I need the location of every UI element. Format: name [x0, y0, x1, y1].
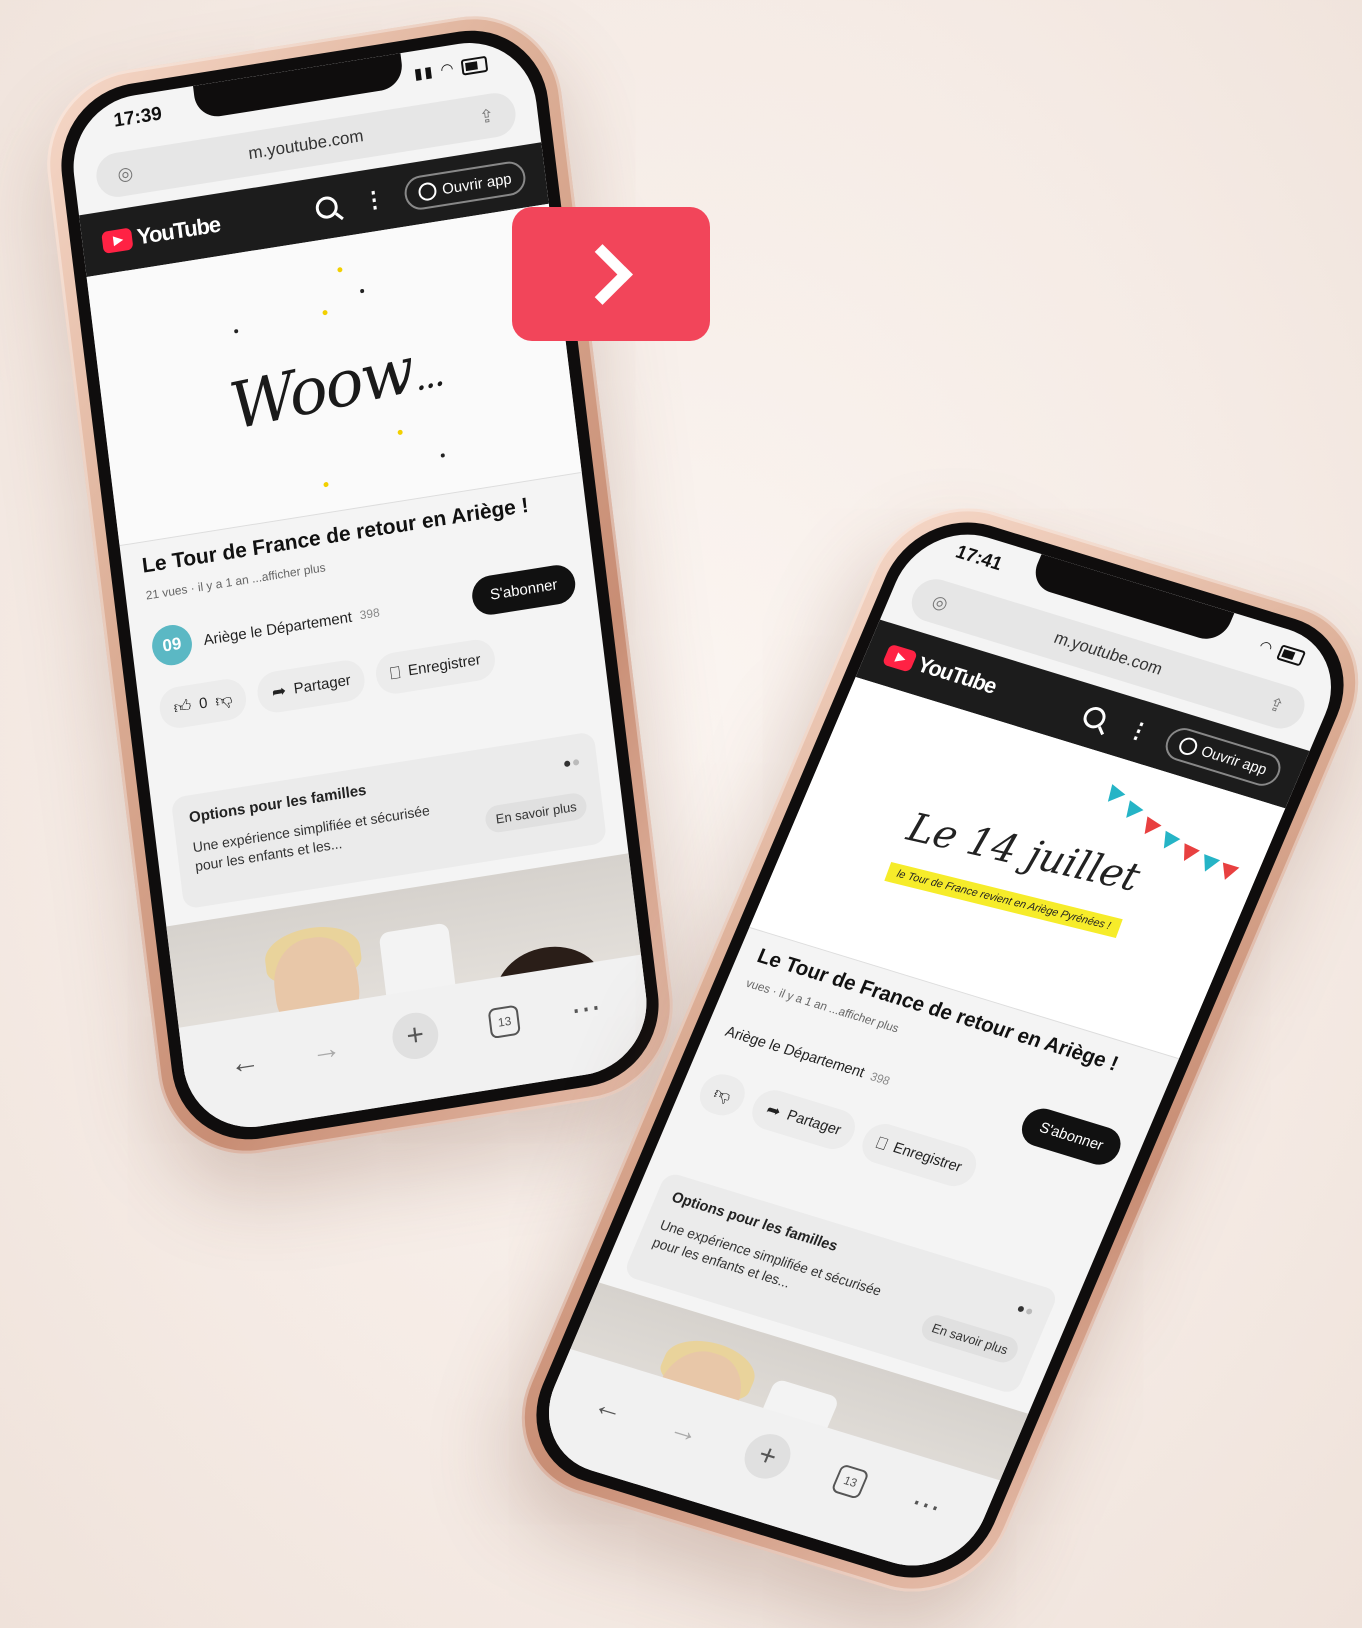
youtube-logo[interactable]: YouTube: [101, 212, 222, 256]
bookmark-icon: ⎕: [388, 662, 402, 683]
signal-icon: ▮▮: [413, 63, 436, 84]
notch: [193, 53, 405, 120]
thumbs-up-icon[interactable]: 👍︎: [172, 695, 193, 719]
overlay-ellipsis: ...: [410, 353, 446, 400]
like-dislike-button[interactable]: 👍︎ 0 👎︎: [157, 676, 249, 731]
bookmark-icon: ⎕: [873, 1132, 891, 1154]
user-circle-icon: [1176, 735, 1200, 758]
save-label: Enregistrer: [407, 651, 482, 680]
share-arrow-icon: ➦: [763, 1099, 785, 1121]
learn-more-button[interactable]: En savoir plus: [484, 791, 588, 835]
status-time: 17:39: [112, 103, 164, 132]
arrow-right-icon[interactable]: →: [309, 1031, 343, 1069]
lens-icon[interactable]: ◎: [113, 161, 137, 186]
arrow-right-icon[interactable]: →: [664, 1411, 705, 1451]
spark: [359, 288, 365, 294]
youtube-play-icon: [101, 227, 134, 254]
battery-icon: [460, 55, 489, 76]
channel-avatar[interactable]: 09: [149, 622, 195, 669]
phone-left: 17:39 ▮▮ ◠ ◎ m.youtube.com ⇪ YouTube ⋮ O…: [36, 3, 684, 1167]
spark: [322, 309, 328, 316]
arrow-left-icon[interactable]: ←: [588, 1388, 630, 1428]
spark: [323, 481, 329, 488]
youtube-wordmark: YouTube: [913, 651, 1001, 699]
overlay-word: Woow: [224, 333, 419, 446]
video-overlay-text: Woow...: [225, 328, 447, 445]
more-vertical-icon[interactable]: ⋮: [362, 185, 387, 213]
open-app-button[interactable]: Ouvrir app: [402, 159, 528, 213]
status-icons: ▮▮ ◠: [413, 54, 489, 84]
plus-icon[interactable]: +: [737, 1428, 798, 1485]
share-label: Partager: [784, 1106, 844, 1139]
wifi-icon: ◠: [1256, 637, 1278, 658]
status-time: 17:41: [952, 541, 1006, 575]
save-button[interactable]: ⎕ Enregistrer: [373, 636, 497, 697]
tabs-icon[interactable]: 13: [487, 1004, 522, 1039]
open-app-label: Ouvrir app: [1198, 742, 1270, 779]
chevron-right-icon: [571, 243, 633, 305]
arrow-left-icon[interactable]: ←: [228, 1044, 262, 1082]
thumbs-down-icon[interactable]: 👎︎: [710, 1083, 734, 1107]
save-button[interactable]: ⎕ Enregistrer: [856, 1119, 983, 1191]
save-label: Enregistrer: [890, 1139, 965, 1176]
battery-icon: [1275, 644, 1307, 667]
spark: [397, 429, 403, 436]
user-circle-icon: [417, 181, 438, 202]
like-count: 0: [198, 694, 209, 713]
phone-bezel: 17:39 ▮▮ ◠ ◎ m.youtube.com ⇪ YouTube ⋮ O…: [52, 19, 668, 1151]
youtube-wordmark: YouTube: [135, 211, 222, 250]
tabs-icon[interactable]: 13: [830, 1463, 871, 1500]
more-vertical-icon[interactable]: ⋮: [1124, 716, 1154, 745]
share-icon[interactable]: ⇪: [1262, 692, 1291, 719]
subscribe-button[interactable]: S'abonner: [1015, 1104, 1127, 1170]
spark: [233, 328, 239, 334]
share-button[interactable]: ➦ Partager: [746, 1085, 862, 1154]
thumbs-down-icon[interactable]: 👎︎: [214, 688, 234, 712]
channel-name[interactable]: Ariège le Département: [203, 608, 353, 648]
spark: [337, 266, 343, 273]
plus-icon[interactable]: +: [389, 1009, 441, 1063]
search-icon[interactable]: [1080, 704, 1109, 731]
more-horizontal-icon[interactable]: ⋯: [569, 989, 603, 1028]
dislike-button[interactable]: 👎︎: [693, 1069, 752, 1121]
wifi-icon: ◠: [439, 59, 457, 80]
status-icons: ◠: [1256, 637, 1307, 667]
share-button[interactable]: ➦ Partager: [255, 657, 368, 716]
next-slide-button[interactable]: [512, 207, 710, 341]
lens-icon[interactable]: ◎: [926, 589, 955, 616]
share-icon[interactable]: ⇪: [475, 104, 499, 129]
channel-subscribers: 398: [868, 1069, 893, 1088]
channel-subscribers: 398: [358, 605, 381, 623]
youtube-play-icon: [881, 643, 919, 673]
carousel-dots: [560, 752, 580, 773]
search-icon[interactable]: [314, 194, 339, 221]
open-app-label: Ouvrir app: [441, 169, 513, 198]
channel-name[interactable]: Ariège le Département: [723, 1023, 867, 1081]
subscribe-button[interactable]: S'abonner: [470, 561, 578, 617]
url-text[interactable]: m.youtube.com: [247, 126, 364, 164]
learn-more-button[interactable]: En savoir plus: [918, 1312, 1022, 1366]
phone-screen: 17:39 ▮▮ ◠ ◎ m.youtube.com ⇪ YouTube ⋮ O…: [65, 32, 655, 1138]
more-horizontal-icon[interactable]: ⋯: [905, 1484, 947, 1525]
url-text[interactable]: m.youtube.com: [1051, 628, 1165, 679]
share-arrow-icon: ➦: [270, 680, 288, 702]
spark: [440, 453, 445, 458]
share-label: Partager: [292, 671, 352, 698]
